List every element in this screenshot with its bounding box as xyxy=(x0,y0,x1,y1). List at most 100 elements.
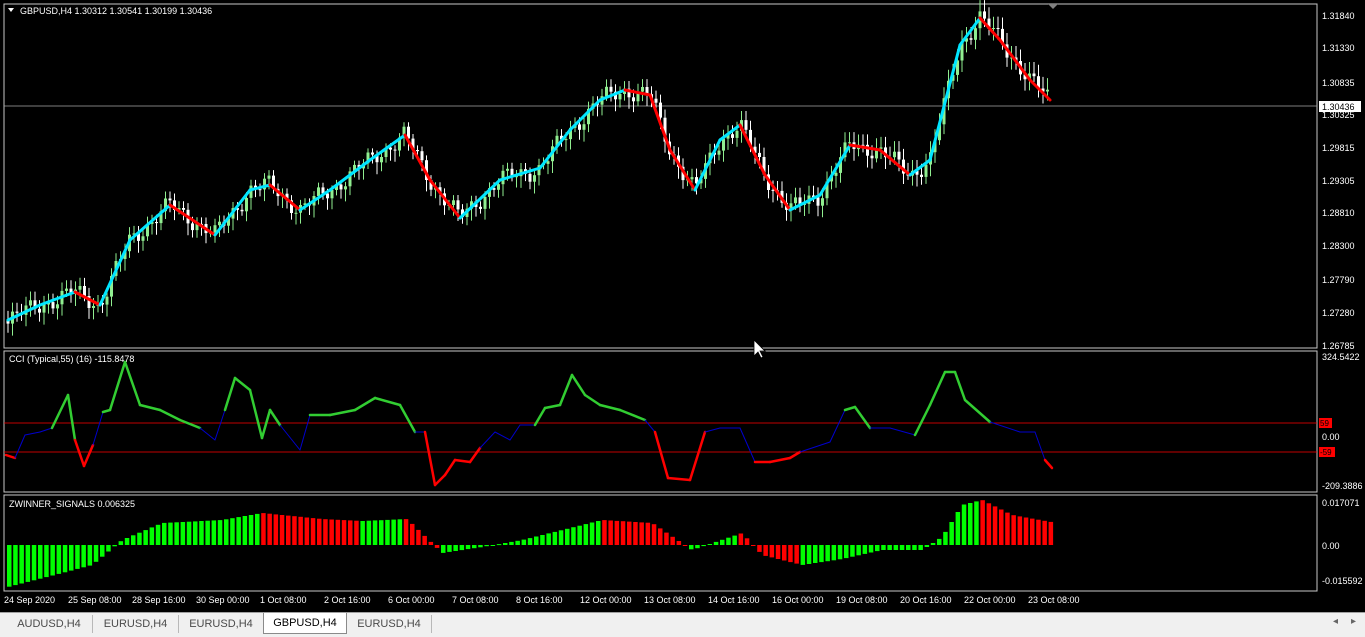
candle-body xyxy=(456,200,460,210)
signal-bar xyxy=(577,525,582,545)
chart-window[interactable]: GBPUSD,H4 1.30312 1.30541 1.30199 1.3043… xyxy=(0,0,1365,612)
candle-body xyxy=(15,311,19,313)
tab-eurusd-h4[interactable]: EURUSD,H4 xyxy=(93,615,179,633)
cci-line-segment xyxy=(353,396,377,412)
candle-body xyxy=(294,212,298,214)
candle-body xyxy=(371,152,374,155)
cci-line-segment xyxy=(953,370,967,402)
signal-bar xyxy=(937,538,942,545)
signal-bar xyxy=(75,545,80,569)
cci-line-segment xyxy=(1034,431,1046,461)
shift-marker-icon[interactable] xyxy=(1048,4,1058,9)
cci-line-segment xyxy=(178,418,202,430)
signal-bar xyxy=(968,503,973,545)
candle-body xyxy=(245,198,248,212)
price-label: 1.29815 xyxy=(1322,143,1355,153)
signal-bar xyxy=(992,506,998,545)
signal-bar xyxy=(571,527,576,545)
tab-eurusd-h4[interactable]: EURUSD,H4 xyxy=(179,615,264,633)
signal-bar xyxy=(211,520,217,545)
signal-bar xyxy=(372,520,378,545)
signal-bar xyxy=(757,545,762,552)
signal-bar xyxy=(782,545,787,561)
signal-bar xyxy=(738,533,744,545)
cci-line-segment xyxy=(1043,458,1054,470)
signal-bar xyxy=(360,521,365,545)
tab-scroll-left-icon[interactable]: ◂ xyxy=(1333,616,1338,627)
candle-body xyxy=(506,168,509,171)
signal-bar xyxy=(323,519,328,545)
cci-line-segment xyxy=(963,398,992,424)
signal-bar xyxy=(81,545,86,568)
trend-line-segment xyxy=(693,138,722,192)
signal-bar xyxy=(317,518,322,545)
tab-gbpusd-h4[interactable]: GBPUSD,H4 xyxy=(263,613,347,634)
signal-bar xyxy=(106,545,111,552)
trend-line-segment xyxy=(818,143,852,197)
candle-body xyxy=(641,87,644,92)
cci-line-segment xyxy=(433,473,447,487)
signal-bar xyxy=(676,541,682,545)
price-label: 1.28300 xyxy=(1322,241,1355,251)
signal-bar xyxy=(329,519,334,545)
candle-body xyxy=(168,198,172,201)
signal-bar xyxy=(1036,519,1041,545)
candle-body xyxy=(29,300,32,306)
signal-bar xyxy=(143,530,148,545)
signal-bar xyxy=(949,522,954,545)
signal-bar xyxy=(7,545,12,587)
signal-bar xyxy=(614,520,620,545)
signal-bar xyxy=(906,545,911,550)
tab-audusd-h4[interactable]: AUDUSD,H4 xyxy=(6,615,93,633)
signal-bar xyxy=(385,519,390,545)
cci-line-segment xyxy=(299,414,311,451)
candle-body xyxy=(722,138,725,151)
mouse-cursor-icon xyxy=(753,339,766,359)
chart-canvas[interactable]: GBPUSD,H4 1.30312 1.30541 1.30199 1.3043… xyxy=(0,0,1365,612)
signal-bar xyxy=(410,523,415,545)
candle-body xyxy=(393,149,397,151)
signal-bar xyxy=(825,545,830,562)
signal-bar xyxy=(881,545,886,550)
cci-line-segment xyxy=(158,408,182,422)
candle-body xyxy=(690,177,694,180)
cci-line-segment xyxy=(570,373,587,397)
signal-bar xyxy=(180,522,186,545)
signal-bar xyxy=(534,536,539,545)
signal-bar xyxy=(552,531,558,545)
cci-line-segment xyxy=(24,431,41,436)
cci-line-segment xyxy=(928,370,947,407)
time-label: 19 Oct 08:00 xyxy=(836,595,888,605)
candle-body xyxy=(1046,89,1049,92)
signal-bar xyxy=(875,545,880,552)
signal-bar xyxy=(1048,521,1054,545)
cci-line-segment xyxy=(443,458,457,477)
candle-body xyxy=(605,86,608,97)
candle-body xyxy=(983,11,986,19)
price-label: 1.31840 xyxy=(1322,11,1355,21)
main-chart-header: GBPUSD,H4 1.30312 1.30541 1.30199 1.3043… xyxy=(20,6,212,16)
tab-scroll-right-icon[interactable]: ▸ xyxy=(1351,616,1356,627)
cci-line-segment xyxy=(509,424,521,441)
signal-bar xyxy=(478,545,483,548)
time-label: 22 Oct 00:00 xyxy=(964,595,1016,605)
signal-bar xyxy=(31,545,37,581)
signal-bar xyxy=(286,515,291,545)
candle-body xyxy=(920,174,923,177)
signal-bar xyxy=(751,545,756,546)
cci-line-segment xyxy=(73,438,86,468)
signal-bar xyxy=(583,524,589,545)
collapse-arrow-icon[interactable] xyxy=(8,8,14,12)
cci-line-segment xyxy=(829,409,846,443)
cci-line-segment xyxy=(248,388,264,440)
price-label: 1.27280 xyxy=(1322,308,1355,318)
signal-bar xyxy=(726,537,731,545)
cci-line-segment xyxy=(688,430,707,482)
signal-bar xyxy=(62,545,68,573)
tab-eurusd-h4[interactable]: EURUSD,H4 xyxy=(347,615,432,633)
signal-bar xyxy=(918,545,923,550)
signal-bar xyxy=(720,539,725,545)
signal-bar xyxy=(118,541,124,545)
signal-bar xyxy=(19,545,24,584)
signal-bar xyxy=(645,522,651,545)
